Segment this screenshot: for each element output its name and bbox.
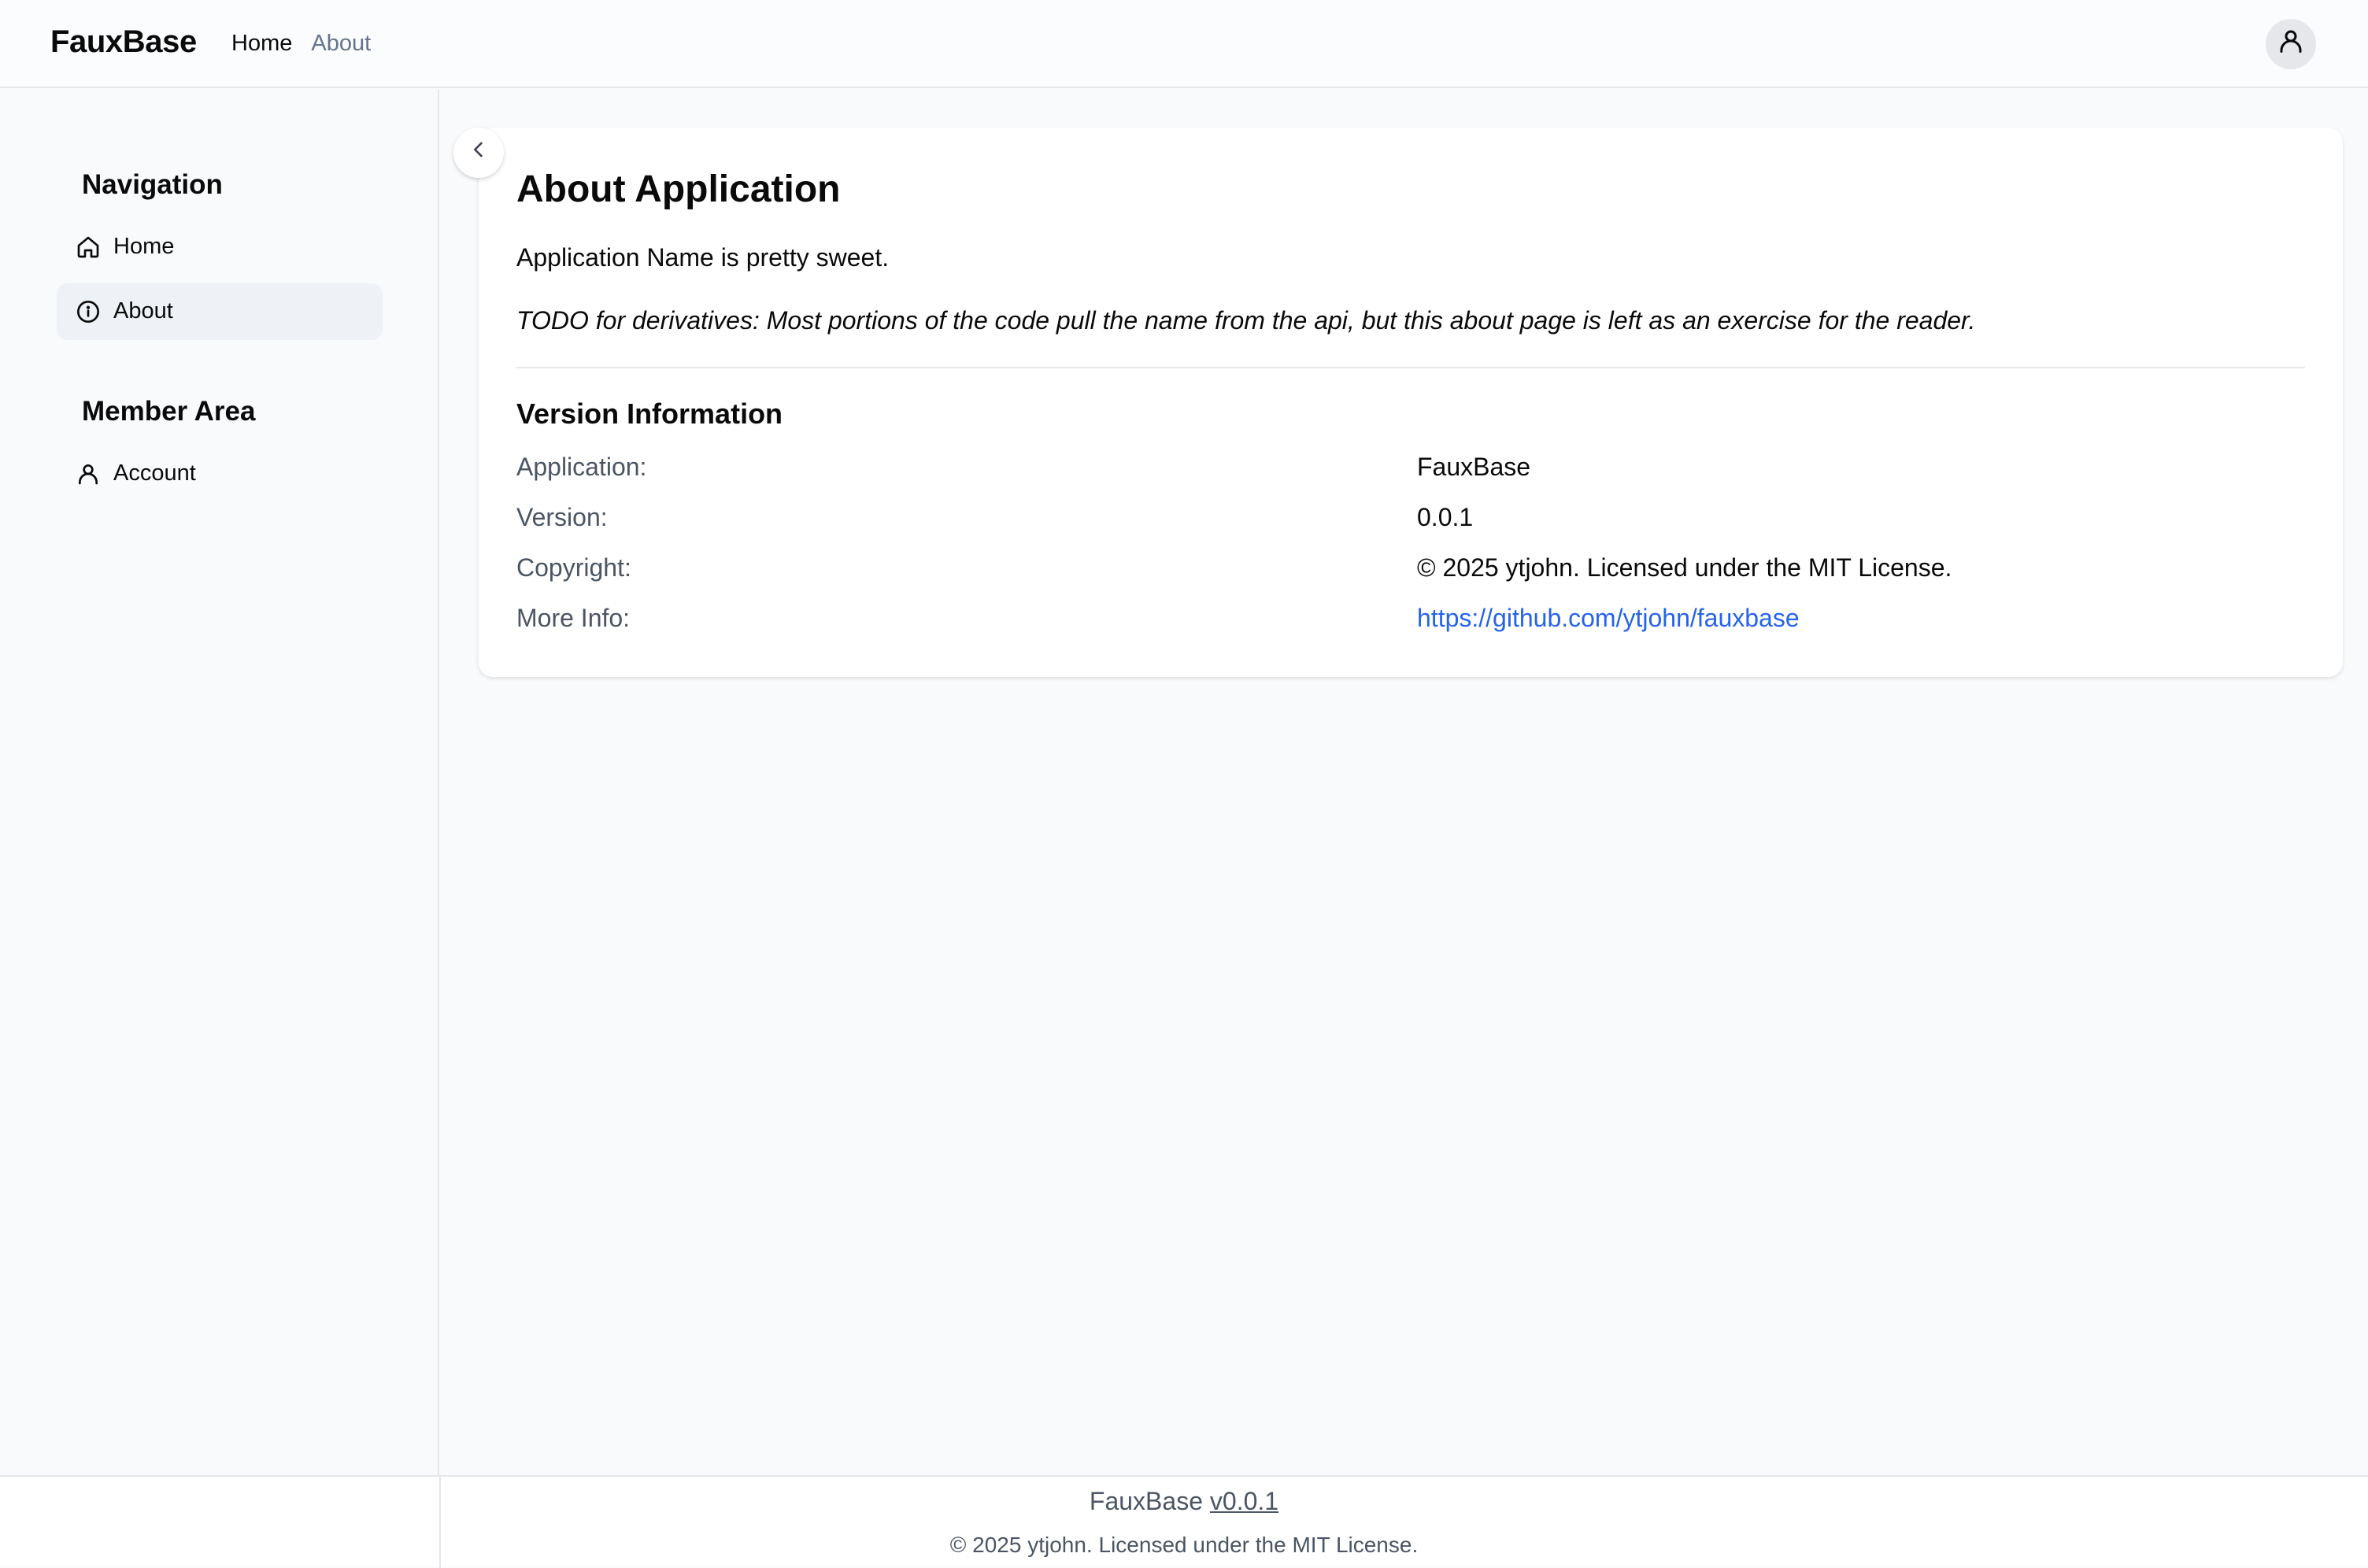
info-label: Copyright:	[516, 556, 631, 582]
chevron-left-icon	[468, 138, 490, 168]
sidebar-section-title-navigation: Navigation	[82, 168, 223, 200]
info-value: 0.0.1	[1417, 505, 1474, 532]
top-bar: FauxBase Home About	[0, 0, 2368, 88]
about-card: About Application Application Name is pr…	[479, 128, 2343, 677]
user-icon	[76, 461, 101, 486]
top-nav-home-link[interactable]: Home	[231, 31, 292, 57]
sidebar-item-about[interactable]: About	[57, 283, 383, 340]
info-row-application: Application: FauxBase	[516, 455, 2305, 493]
page-title: About Application	[516, 168, 841, 211]
footer-app-name: FauxBase	[1089, 1489, 1203, 1516]
info-row-copyright: Copyright: © 2025 ytjohn. Licensed under…	[516, 556, 2305, 594]
user-avatar-button[interactable]	[2266, 19, 2316, 69]
top-nav: Home About	[231, 31, 371, 57]
info-label: Version:	[516, 505, 608, 532]
about-todo-note: TODO for derivatives: Most portions of t…	[516, 309, 1976, 335]
footer-version-link[interactable]: v0.0.1	[1210, 1489, 1278, 1516]
footer: FauxBase v0.0.1 © 2025 ytjohn. Licensed …	[0, 1475, 2368, 1568]
about-lead-text: Application Name is pretty sweet.	[516, 246, 890, 272]
home-icon	[76, 235, 101, 260]
sidebar-item-label: Home	[113, 235, 175, 260]
top-nav-about-link[interactable]: About	[311, 31, 371, 57]
info-label: More Info:	[516, 606, 631, 633]
info-value: © 2025 ytjohn. Licensed under the MIT Li…	[1417, 556, 1952, 582]
footer-app-line: FauxBase v0.0.1	[0, 1489, 2368, 1518]
github-link[interactable]: https://github.com/ytjohn/fauxbase	[1417, 606, 1800, 634]
info-row-version: Version: 0.0.1	[516, 505, 2305, 543]
info-label: Application:	[516, 455, 647, 482]
user-icon	[2277, 26, 2305, 62]
version-info-heading: Version Information	[516, 398, 783, 430]
sidebar-section-title-member-area: Member Area	[82, 395, 256, 427]
info-row-more-info: More Info: https://github.com/ytjohn/fau…	[516, 606, 2305, 644]
footer-copyright: © 2025 ytjohn. Licensed under the MIT Li…	[949, 1532, 1419, 1557]
sidebar: Navigation Home About Member Area Accoun…	[0, 90, 439, 1566]
section-divider	[516, 367, 2305, 368]
sidebar-item-label: Account	[113, 461, 196, 486]
sidebar-item-label: About	[113, 299, 173, 324]
brand-logo[interactable]: FauxBase	[50, 25, 197, 61]
info-value: FauxBase	[1417, 455, 1531, 482]
sidebar-item-account[interactable]: Account	[57, 446, 383, 502]
sidebar-item-home[interactable]: Home	[57, 219, 383, 276]
sidebar-collapse-button[interactable]	[453, 128, 504, 178]
app-root: FauxBase Home About Navigation Home Abou…	[0, 0, 2368, 1568]
info-icon	[76, 299, 101, 324]
